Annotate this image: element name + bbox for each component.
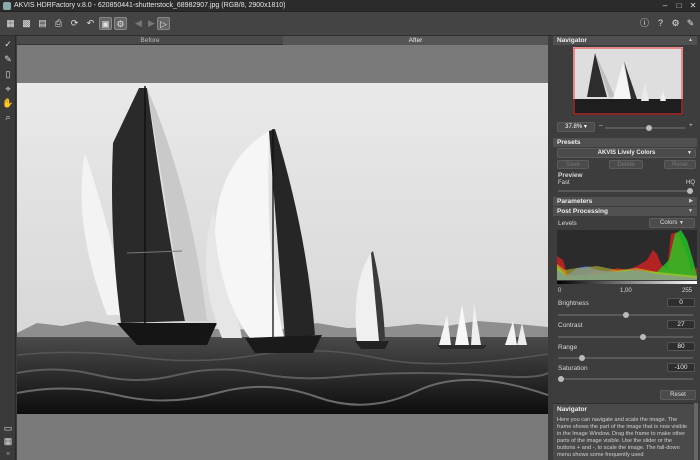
- level-mid-value[interactable]: 1,00: [620, 288, 632, 294]
- run-icon[interactable]: ▷: [157, 17, 170, 30]
- help-title: Navigator: [557, 406, 587, 413]
- collapse-icon[interactable]: ▲: [688, 36, 693, 45]
- parameters-header[interactable]: Parameters ▶: [553, 197, 697, 206]
- info-icon[interactable]: ⓘ: [638, 17, 651, 30]
- range-label: Range: [558, 344, 578, 351]
- minimize-button[interactable]: –: [658, 1, 672, 11]
- brightness-slider[interactable]: [558, 312, 693, 318]
- brush-icon[interactable]: ✎: [2, 53, 14, 65]
- help-scrollbar[interactable]: [694, 403, 698, 460]
- levels-mode-value: Colors: [660, 220, 678, 226]
- thumbnail-image: [573, 47, 683, 115]
- zoom-icon[interactable]: ⌕: [2, 111, 14, 123]
- reset-preset-button[interactable]: Reset: [664, 160, 696, 169]
- zoom-out-icon[interactable]: –: [599, 122, 603, 129]
- compare-icon[interactable]: ▣: [99, 17, 112, 30]
- expand-icon[interactable]: ▶: [689, 197, 693, 206]
- zoom-value: 37.8%: [565, 124, 583, 130]
- eyedropper-icon[interactable]: ✓: [2, 38, 14, 50]
- post-processing-title: Post Processing: [557, 208, 608, 215]
- maximize-button[interactable]: □: [672, 1, 686, 11]
- level-max-value[interactable]: 255: [682, 288, 692, 294]
- contrast-slider[interactable]: [558, 334, 693, 340]
- collapse-icon[interactable]: ▼: [688, 207, 693, 216]
- left-toolbox: ✓ ✎ ▯ ⌖ ✋ ⌕ ▭ ▦ ▫: [0, 36, 16, 460]
- batch-icon[interactable]: ⟳: [68, 17, 81, 30]
- save-as-icon[interactable]: ▤: [36, 17, 49, 30]
- parameters-title: Parameters: [557, 198, 593, 205]
- open-icon[interactable]: ▦: [4, 17, 17, 30]
- chevron-down-icon: ▼: [687, 150, 692, 156]
- print-icon[interactable]: ⎙: [52, 17, 65, 30]
- view-split-icon[interactable]: ▦: [2, 435, 14, 447]
- zoom-slider[interactable]: [605, 125, 685, 131]
- contrast-slider-knob[interactable]: [639, 334, 646, 340]
- help-icon[interactable]: ?: [654, 17, 667, 30]
- help-text: Here you can navigate and scale the imag…: [557, 417, 687, 458]
- zoom-dropdown[interactable]: 37.8% ▾: [557, 122, 595, 132]
- post-processing-header[interactable]: Post Processing ▼: [553, 207, 697, 216]
- window-title: AKVIS HDRFactory v.8.0 - 620850441-shutt…: [14, 2, 286, 9]
- save-icon[interactable]: ▩: [20, 17, 33, 30]
- range-slider[interactable]: [558, 355, 693, 361]
- range-slider-knob[interactable]: [578, 355, 585, 361]
- reset-post-processing-button[interactable]: Reset: [660, 390, 696, 400]
- saturation-slider[interactable]: [558, 376, 693, 382]
- save-preset-button[interactable]: Save: [557, 160, 589, 169]
- close-button[interactable]: ✕: [686, 1, 700, 11]
- saturation-label: Saturation: [558, 365, 588, 372]
- brightness-label: Brightness: [558, 300, 589, 307]
- settings-toggle-icon[interactable]: ⚙: [114, 17, 127, 30]
- crop-icon[interactable]: ⌖: [2, 83, 14, 95]
- zoom-in-icon[interactable]: +: [689, 122, 693, 129]
- saturation-slider-knob[interactable]: [558, 376, 564, 382]
- preview-fast-label: Fast: [558, 180, 570, 186]
- app-icon: [3, 1, 11, 10]
- levels-gradient: [557, 281, 697, 284]
- preview-label: Preview: [558, 172, 583, 179]
- brightness-slider-knob[interactable]: [622, 312, 629, 318]
- preset-select[interactable]: AKVIS Lively Colors ▼: [557, 148, 696, 158]
- preset-selected-value: AKVIS Lively Colors: [597, 150, 656, 156]
- delete-preset-button[interactable]: Delete: [609, 160, 643, 169]
- navigator-thumbnail[interactable]: [573, 47, 683, 115]
- eraser-icon[interactable]: ▯: [2, 68, 14, 80]
- preview-slider-knob[interactable]: [687, 188, 693, 194]
- back-icon[interactable]: ◀: [132, 17, 145, 30]
- navigator-title: Navigator: [557, 37, 587, 44]
- levels-histogram[interactable]: [557, 230, 697, 280]
- preview-slider[interactable]: [558, 188, 693, 194]
- levels-label: Levels: [558, 220, 577, 227]
- sailboats-photo: [17, 83, 548, 414]
- brightness-value[interactable]: 0: [667, 298, 695, 307]
- undo-icon[interactable]: ↶: [84, 17, 97, 30]
- histogram-graph: [557, 230, 697, 280]
- view-dual-icon[interactable]: ▫: [2, 447, 14, 459]
- chevron-down-icon: ▼: [679, 220, 684, 226]
- contrast-value[interactable]: 27: [667, 320, 695, 329]
- navigator-header[interactable]: Navigator ▲: [553, 36, 697, 45]
- settings-icon[interactable]: ⚙: [669, 17, 682, 30]
- notification-icon[interactable]: ✎: [684, 17, 697, 30]
- range-value[interactable]: 80: [667, 342, 695, 351]
- title-bar: AKVIS HDRFactory v.8.0 - 620850441-shutt…: [0, 0, 700, 12]
- presets-title: Presets: [557, 139, 581, 146]
- main-toolbar: ▦ ▩ ▤ ⎙ ⟳ ↶ ▣ ⚙ ◀ ▶ ▷ ⓘ ? ⚙ ✎: [0, 12, 700, 36]
- levels-mode-select[interactable]: Colors ▼: [649, 218, 695, 228]
- view-tabs: Before After: [17, 36, 548, 45]
- view-single-icon[interactable]: ▭: [2, 422, 14, 434]
- help-panel: Navigator Here you can navigate and scal…: [553, 403, 697, 460]
- tab-before[interactable]: Before: [17, 36, 283, 45]
- level-min-value[interactable]: 0: [558, 288, 561, 294]
- contrast-label: Contrast: [558, 322, 583, 329]
- zoom-slider-knob[interactable]: [645, 125, 652, 131]
- presets-header[interactable]: Presets: [553, 138, 697, 147]
- image-preview[interactable]: [17, 83, 548, 414]
- hand-icon[interactable]: ✋: [2, 97, 14, 109]
- tab-after[interactable]: After: [283, 36, 548, 45]
- preview-hq-label: HQ: [686, 180, 695, 186]
- saturation-value[interactable]: -100: [667, 363, 695, 372]
